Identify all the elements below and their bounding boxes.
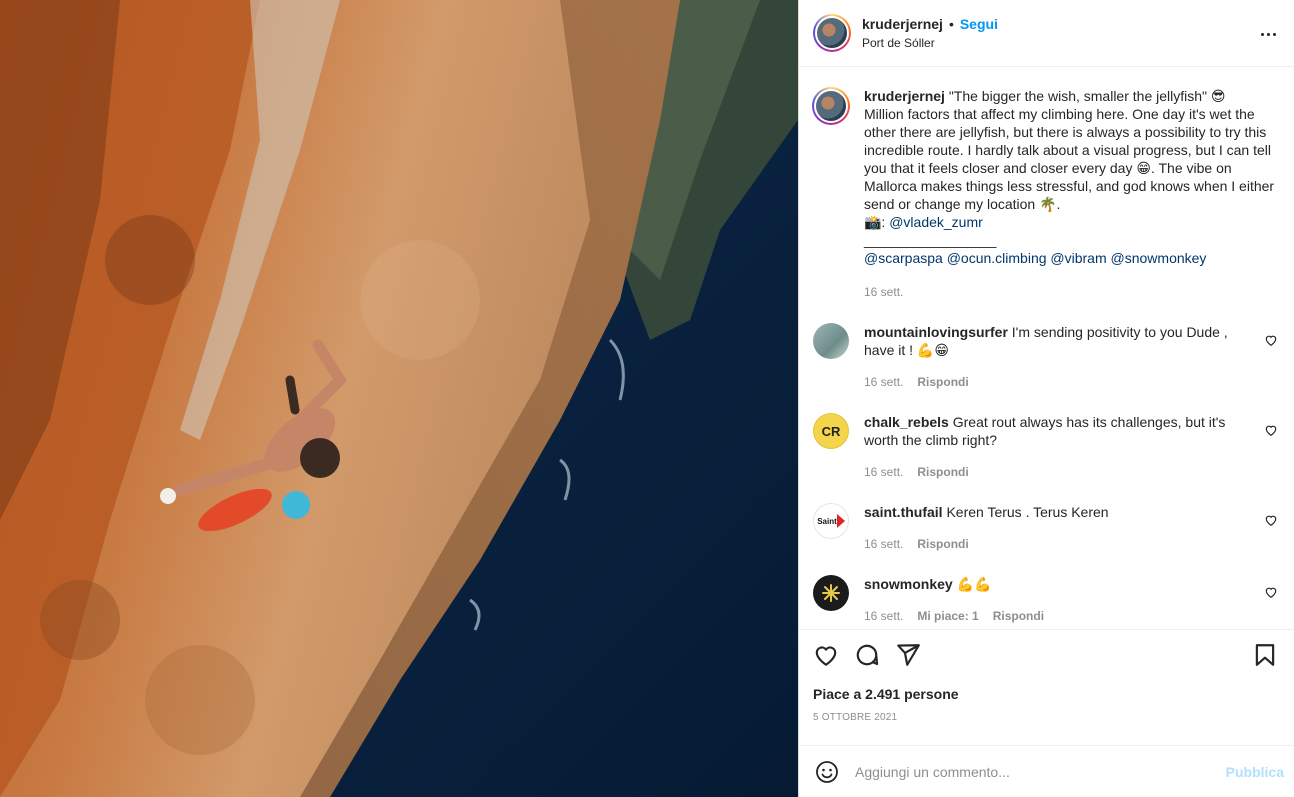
- tag-mention[interactable]: @vibram: [1050, 250, 1106, 266]
- comment-time[interactable]: 16 sett.: [864, 607, 903, 625]
- comment-item: CR chalk_rebels Great rout always has it…: [813, 413, 1278, 481]
- comment-time[interactable]: 16 sett.: [864, 535, 903, 553]
- comment-item: mountainlovingsurfer I'm sending positiv…: [813, 323, 1278, 391]
- post-photo[interactable]: [0, 0, 798, 797]
- share-paper-plane-icon[interactable]: [895, 642, 921, 668]
- comment-item: Saint saint.thufail Keren Terus . Terus …: [813, 503, 1278, 553]
- commenter-avatar[interactable]: CR: [813, 413, 849, 449]
- author-username[interactable]: kruderjernej: [862, 16, 943, 32]
- post-caption: kruderjernej "The bigger the wish, small…: [812, 87, 1278, 301]
- separator-dot: •: [948, 16, 954, 32]
- reply-button[interactable]: Rispondi: [917, 373, 968, 391]
- caption-username[interactable]: kruderjernej: [864, 88, 945, 104]
- commenter-avatar[interactable]: [813, 575, 849, 611]
- comment-time[interactable]: 16 sett.: [864, 463, 903, 481]
- post-side-panel: kruderjernej • Segui Port de Sóller krud…: [798, 0, 1294, 797]
- publish-button[interactable]: Pubblica: [1226, 764, 1284, 780]
- like-comment-heart-icon[interactable]: [1264, 333, 1278, 347]
- caption-credit-label: 📸:: [864, 214, 890, 230]
- caption-line-2: Million factors that affect my climbing …: [864, 106, 1275, 212]
- caption-divider: _________________: [864, 232, 997, 248]
- comment-text: 💪💪: [956, 576, 992, 592]
- comment-likes-count[interactable]: Mi piace: 1: [917, 607, 978, 625]
- caption-time[interactable]: 16 sett.: [864, 283, 903, 301]
- likes-count[interactable]: Piace a 2.491 persone: [813, 686, 1278, 702]
- comment-input[interactable]: [855, 763, 1226, 780]
- reply-button[interactable]: Rispondi: [993, 607, 1044, 625]
- tag-mention[interactable]: @scarpaspa: [864, 250, 943, 266]
- photo-credit-mention[interactable]: @vladek_zumr: [889, 214, 983, 230]
- comment-text: Keren Terus . Terus Keren: [946, 504, 1109, 520]
- like-heart-icon[interactable]: [813, 642, 839, 668]
- follow-button[interactable]: Segui: [960, 16, 998, 32]
- snowflake-icon: [822, 584, 840, 602]
- more-options-icon[interactable]: [1256, 22, 1280, 46]
- comment-username[interactable]: snowmonkey: [864, 576, 953, 592]
- like-comment-heart-icon[interactable]: [1264, 513, 1278, 527]
- tag-mention[interactable]: @ocun.climbing: [947, 250, 1047, 266]
- reply-button[interactable]: Rispondi: [917, 535, 968, 553]
- emoji-icon[interactable]: [815, 760, 839, 784]
- caption-avatar[interactable]: [812, 87, 850, 125]
- post-date: 5 OTTOBRE 2021: [813, 712, 898, 723]
- comment-username[interactable]: mountainlovingsurfer: [864, 324, 1008, 340]
- comment-bubble-icon[interactable]: [854, 642, 880, 668]
- like-comment-heart-icon[interactable]: [1264, 585, 1278, 599]
- comment-item: snowmonkey 💪💪 16 sett. Mi piace: 1 Rispo…: [813, 575, 1278, 625]
- tag-mention[interactable]: @snowmonkey: [1111, 250, 1207, 266]
- comment-username[interactable]: saint.thufail: [864, 504, 943, 520]
- comment-time[interactable]: 16 sett.: [864, 373, 903, 391]
- instagram-post: kruderjernej • Segui Port de Sóller krud…: [0, 0, 1294, 797]
- like-comment-heart-icon[interactable]: [1264, 423, 1278, 437]
- caption-line-1: "The bigger the wish, smaller the jellyf…: [948, 88, 1226, 104]
- climbing-photo: [0, 0, 798, 797]
- post-location[interactable]: Port de Sóller: [862, 36, 998, 50]
- author-avatar[interactable]: [813, 14, 851, 52]
- commenter-avatar[interactable]: Saint: [813, 503, 849, 539]
- reply-button[interactable]: Rispondi: [917, 463, 968, 481]
- bookmark-save-icon[interactable]: [1252, 642, 1278, 668]
- commenter-avatar[interactable]: [813, 323, 849, 359]
- add-comment-bar: Pubblica: [799, 745, 1294, 797]
- post-header: kruderjernej • Segui Port de Sóller: [799, 0, 1294, 67]
- comments-section[interactable]: kruderjernej "The bigger the wish, small…: [799, 67, 1294, 629]
- post-actions: Piace a 2.491 persone 5 OTTOBRE 2021: [799, 629, 1294, 745]
- comment-username[interactable]: chalk_rebels: [864, 414, 949, 430]
